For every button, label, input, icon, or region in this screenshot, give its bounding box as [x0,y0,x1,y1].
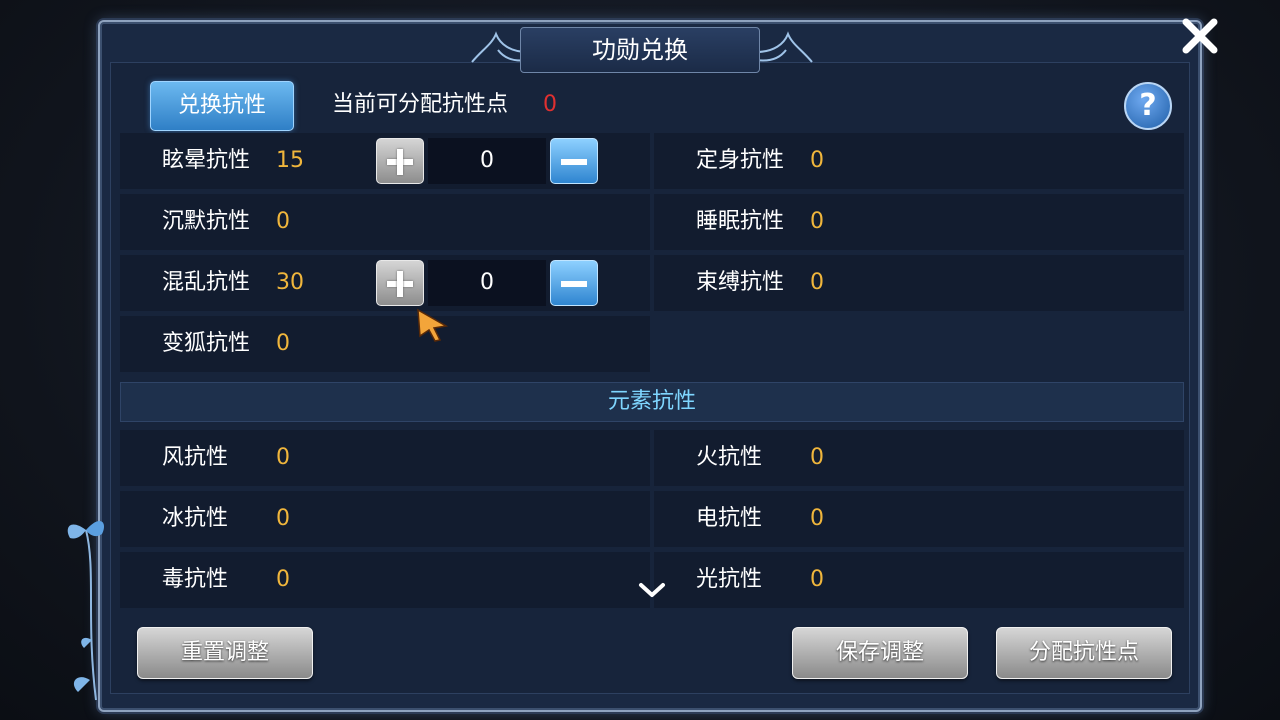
reset-button[interactable]: 重置调整 [137,627,313,679]
save-button[interactable]: 保存调整 [792,627,968,679]
quantity-field[interactable]: 0 [428,138,546,184]
dialog-title: 功勋兑换 [592,36,688,64]
plus-button[interactable] [376,260,424,306]
minus-button[interactable] [550,260,598,306]
resistance-label: 眩晕抗性 [162,148,251,173]
resistance-value: 15 [276,148,304,173]
element-label: 风抗性 [162,445,229,470]
element-label: 电抗性 [696,506,763,531]
resistance-value: 0 [276,331,290,356]
resistance-value: 0 [276,209,290,234]
quantity-field[interactable]: 0 [428,260,546,306]
exchange-resistance-tab[interactable]: 兑换抗性 [150,81,294,131]
close-icon[interactable] [1176,12,1224,60]
butterfly-decoration-icon [67,521,105,701]
cursor-icon [417,308,449,342]
element-value: 0 [276,506,290,531]
assign-points-button[interactable]: 分配抗性点 [996,627,1172,679]
element-value: 0 [810,567,824,592]
element-label: 毒抗性 [162,567,229,592]
element-value: 0 [810,506,824,531]
resistance-label: 沉默抗性 [162,209,251,234]
resistance-label: 定身抗性 [696,148,785,173]
section-title: 元素抗性 [607,389,696,414]
resistance-label: 混乱抗性 [162,270,251,295]
element-label: 光抗性 [696,567,763,592]
resistance-label: 束缚抗性 [696,270,785,295]
title-right-flourish-icon [755,31,813,63]
element-value: 0 [276,445,290,470]
minus-button[interactable] [550,138,598,184]
resistance-label: 睡眠抗性 [696,209,785,234]
resistance-value: 0 [810,270,824,295]
resistance-value: 30 [276,270,304,295]
available-points-value: 0 [543,92,557,117]
resistance-value: 0 [810,209,824,234]
element-value: 0 [810,445,824,470]
resistance-label: 变狐抗性 [162,331,251,356]
element-value: 0 [276,567,290,592]
element-label: 火抗性 [696,445,763,470]
available-points-label: 当前可分配抗性点 [332,92,509,117]
chevron-down-icon[interactable] [637,580,667,600]
resistance-value: 0 [810,148,824,173]
element-label: 冰抗性 [162,506,229,531]
help-button[interactable]: ? [1124,82,1172,130]
plus-button[interactable] [376,138,424,184]
